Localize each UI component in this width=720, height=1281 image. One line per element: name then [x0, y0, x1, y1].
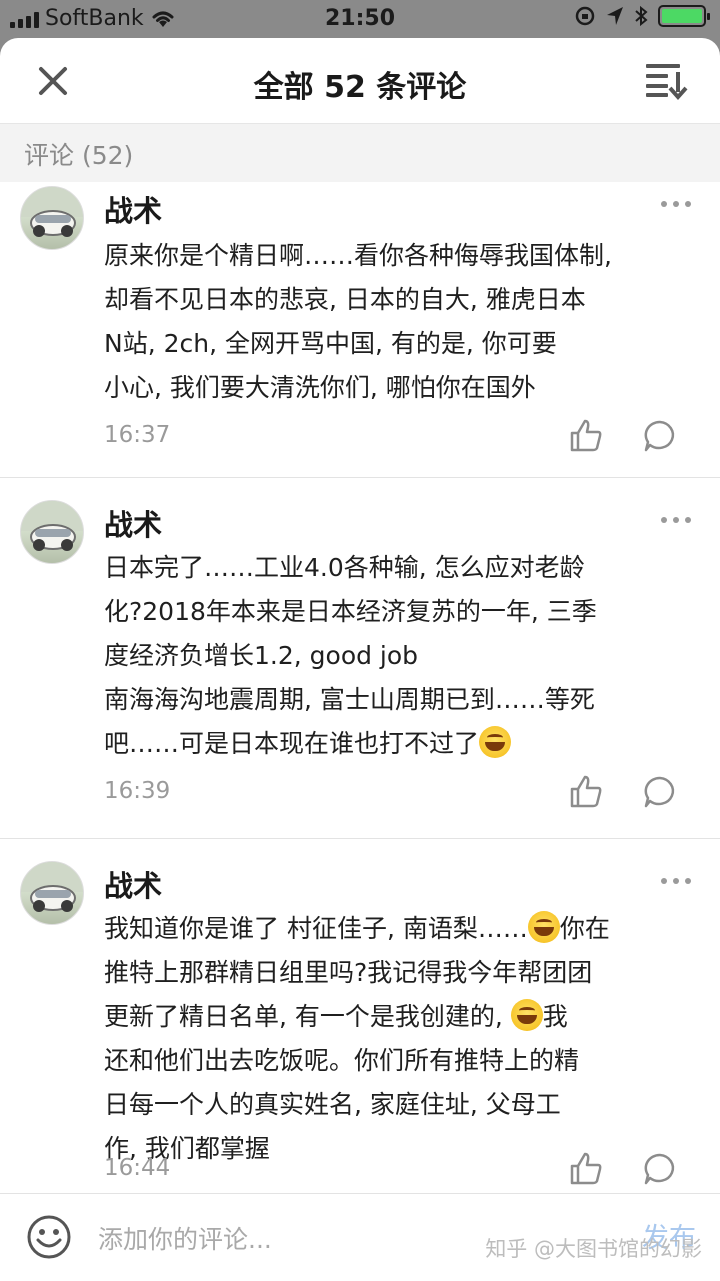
more-icon[interactable] [658, 510, 694, 530]
thumbs-up-icon[interactable] [568, 774, 604, 810]
comment-reply-icon[interactable] [642, 1151, 678, 1187]
smiley-icon[interactable] [26, 1214, 72, 1260]
avatar[interactable] [20, 500, 84, 564]
avatar-car-image [21, 862, 83, 912]
comment-author[interactable]: 战术 [104, 863, 162, 905]
comment-line: 吧……可是日本现在谁也打不过了 [104, 722, 690, 766]
comment-body: 原来你是个精日啊……看你各种侮辱我国体制, 却看不见日本的悲哀, 日本的自大, … [104, 234, 690, 410]
section-label: 评论 (52) [0, 124, 720, 182]
comment-line-text: 我知道你是谁了 村征佳子, 南语梨…… [104, 914, 528, 943]
close-icon[interactable] [36, 64, 70, 98]
comment-line: 日本完了……工业4.0各种输, 怎么应对老龄 [104, 553, 585, 582]
avatar-car-image [21, 187, 83, 237]
publish-button[interactable]: 发布 [642, 1216, 696, 1255]
comment-body: 日本完了……工业4.0各种输, 怎么应对老龄 化?2018年本来是日本经济复苏的… [104, 546, 690, 766]
comment-author[interactable]: 战术 [104, 188, 162, 230]
grinning-emoji-icon [479, 726, 512, 758]
rotation-lock-icon [575, 6, 595, 26]
comment-input[interactable]: 添加你的评论... [98, 1220, 272, 1256]
comment-line: 小心, 我们要大清洗你们, 哪怕你在国外 [104, 373, 536, 402]
page-title: 全部 52 条评论 [253, 70, 467, 105]
comments-sheet: 全部 52 条评论 评论 (52) 战术 原来你是个精日啊……看你各种侮辱我国体… [0, 38, 720, 1281]
comment-body: 我知道你是谁了 村征佳子, 南语梨…… 你在 推特上那群精日组里吗?我记得我今年帮… [104, 907, 690, 1171]
comment-time: 16:44 [104, 1155, 171, 1181]
thumbs-up-icon[interactable] [568, 418, 604, 454]
comment-input-bar: 添加你的评论... 发布 知乎 @大图书馆的幻影 [0, 1193, 720, 1281]
comment-line: 还和他们出去吃饭呢。你们所有推特上的精 [104, 1046, 580, 1075]
comment-item: 战术 原来你是个精日啊……看你各种侮辱我国体制, 却看不见日本的悲哀, 日本的自… [0, 182, 720, 478]
thumbs-up-icon[interactable] [568, 1151, 604, 1187]
comment-line-text: 吧……可是日本现在谁也打不过了 [104, 729, 480, 758]
sort-icon[interactable] [644, 60, 688, 100]
comment-line: 我知道你是谁了 村征佳子, 南语梨…… 你在 [104, 907, 690, 951]
status-bar: SoftBank 21:50 [0, 0, 720, 38]
grinning-emoji-icon [510, 999, 543, 1031]
comment-line: 原来你是个精日啊……看你各种侮辱我国体制, [104, 241, 612, 270]
avatar-car-image [21, 501, 83, 551]
status-right [574, 5, 710, 27]
comment-item: 战术 我知道你是谁了 村征佳子, 南语梨…… 你在 推特上那群精日组里吗?我记得我… [0, 839, 720, 1199]
comment-line-text: 你在 [559, 914, 610, 943]
comment-author[interactable]: 战术 [104, 502, 162, 544]
grinning-emoji-icon [527, 911, 560, 943]
comment-line: 推特上那群精日组里吗?我记得我今年帮团团 [104, 958, 593, 987]
avatar[interactable] [20, 186, 84, 250]
comment-reply-icon[interactable] [642, 418, 678, 454]
comment-time: 16:39 [104, 778, 171, 804]
comment-line: 化?2018年本来是日本经济复苏的一年, 三季 [104, 597, 597, 626]
comment-line: 却看不见日本的悲哀, 日本的自大, 雅虎日本 [104, 285, 586, 314]
more-icon[interactable] [658, 871, 694, 891]
location-icon [607, 7, 623, 25]
comment-item: 战术 日本完了……工业4.0各种输, 怎么应对老龄 化?2018年本来是日本经济… [0, 478, 720, 839]
comment-line: 更新了精日名单, 有一个是我创建的, 我 [104, 995, 690, 1039]
comment-time: 16:37 [104, 422, 171, 448]
comment-reply-icon[interactable] [642, 774, 678, 810]
comment-line: 南海海沟地震周期, 富士山周期已到……等死 [104, 685, 595, 714]
avatar[interactable] [20, 861, 84, 925]
comment-line: 日每一个人的真实姓名, 家庭住址, 父母工 [104, 1090, 561, 1119]
comment-line: N站, 2ch, 全网开骂中国, 有的是, 你可要 [104, 329, 557, 358]
sheet-header: 全部 52 条评论 [0, 38, 720, 124]
bluetooth-icon [635, 5, 648, 27]
battery-icon [658, 5, 710, 27]
comment-line-text: 我 [542, 1002, 568, 1031]
comment-line-text: 更新了精日名单, 有一个是我创建的, [104, 1002, 511, 1031]
battery-fill [662, 9, 702, 23]
more-icon[interactable] [658, 194, 694, 214]
comment-line: 度经济负增长1.2, good job [104, 641, 419, 670]
